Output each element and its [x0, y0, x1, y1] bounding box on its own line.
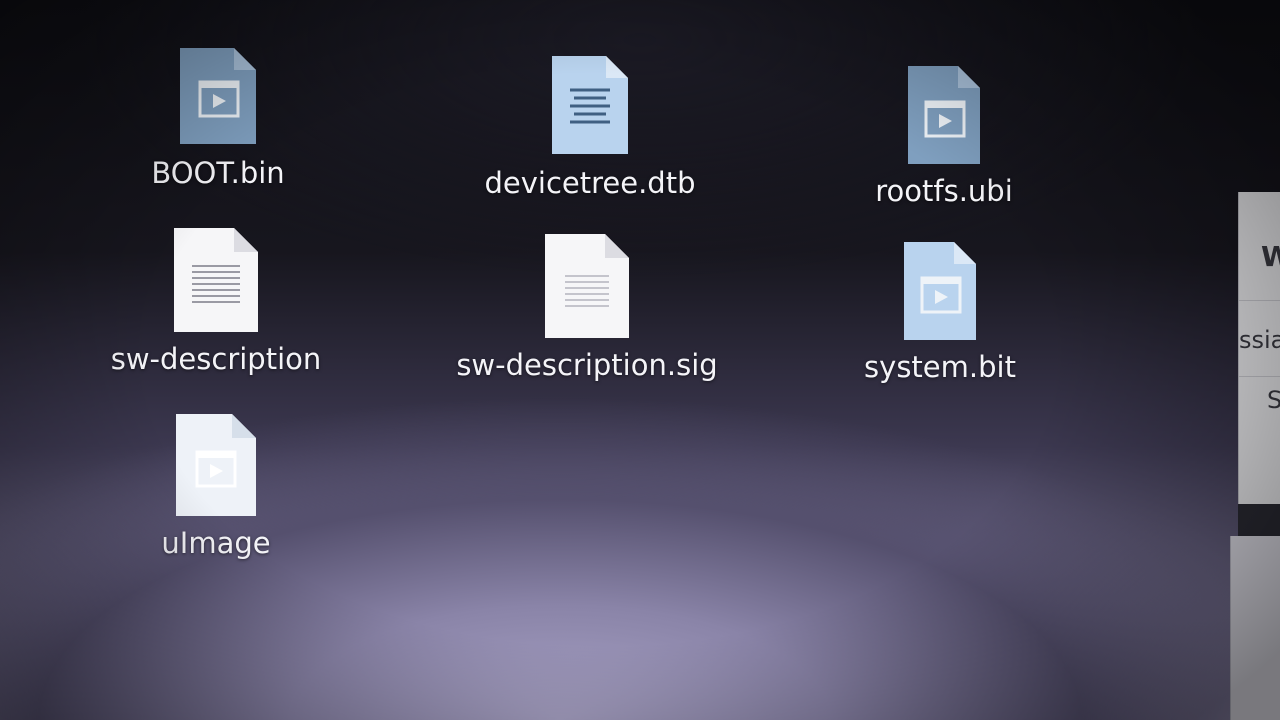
file-system-bit[interactable]: system.bit [790, 238, 1090, 384]
file-sw-description[interactable]: sw-description [66, 224, 366, 376]
file-label: sw-description [110, 342, 322, 376]
media-file-icon [176, 414, 256, 516]
file-boot-bin[interactable]: BOOT.bin [68, 44, 368, 190]
desktop: BOOT.bin devicetree.dtb rootfs.ubi sw-de… [0, 0, 1240, 720]
window-row-fragment: ssia [1239, 326, 1280, 354]
file-sw-description-sig[interactable]: sw-description.sig [437, 230, 737, 382]
file-label: sw-description.sig [456, 348, 718, 382]
text-document-icon [552, 56, 628, 154]
file-label: system.bit [864, 350, 1016, 384]
plain-document-icon [545, 234, 629, 338]
window-row-fragment: S [1267, 386, 1280, 414]
plain-document-icon [174, 228, 258, 332]
file-label: uImage [161, 526, 271, 560]
file-label: devicetree.dtb [484, 166, 696, 200]
file-rootfs-ubi[interactable]: rootfs.ubi [794, 62, 1094, 208]
window-titlebar-fragment [1238, 504, 1280, 536]
window-divider [1239, 376, 1280, 377]
lower-window-fragment[interactable] [1230, 536, 1280, 720]
media-file-icon [180, 48, 256, 144]
media-file-icon [908, 66, 980, 164]
file-uimage[interactable]: uImage [66, 410, 366, 560]
window-heading-fragment: W [1261, 240, 1280, 273]
file-devicetree-dtb[interactable]: devicetree.dtb [440, 52, 740, 200]
file-label: rootfs.ubi [875, 174, 1013, 208]
file-label: BOOT.bin [151, 156, 285, 190]
window-divider [1239, 300, 1280, 301]
media-file-icon [904, 242, 976, 340]
side-window-fragment[interactable]: W ssia S [1238, 192, 1280, 504]
